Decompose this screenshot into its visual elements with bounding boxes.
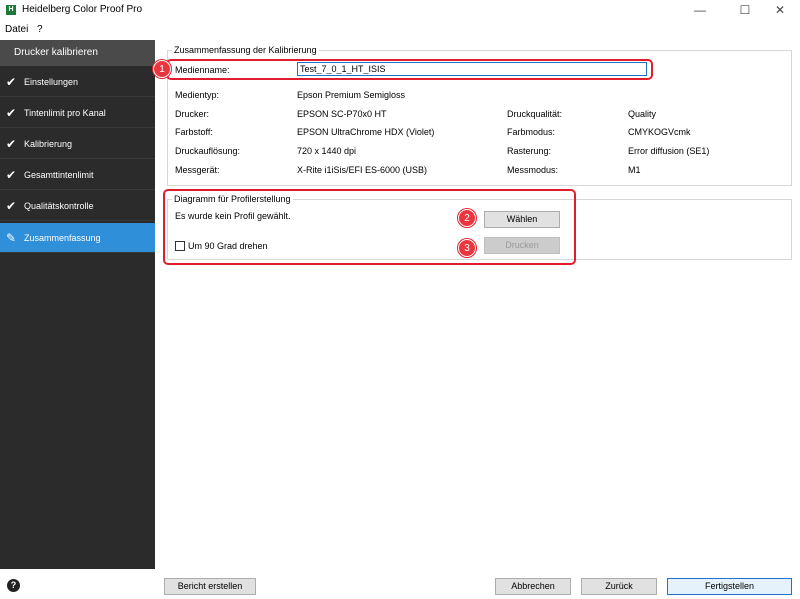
menu-help[interactable]: ? bbox=[37, 24, 43, 35]
sidebar-item-label: Einstellungen bbox=[24, 77, 79, 87]
messmodus-value: M1 bbox=[628, 165, 641, 175]
check-icon: ✔ bbox=[6, 199, 17, 213]
check-icon: ✔ bbox=[6, 75, 17, 89]
sidebar-item-tintenlimit[interactable]: ✔ Tintenlimit pro Kanal bbox=[0, 98, 155, 128]
abbrechen-button[interactable]: Abbrechen bbox=[495, 578, 571, 595]
annotation-box-diagram bbox=[163, 189, 576, 265]
sidebar-item-kalibrierung[interactable]: ✔ Kalibrierung bbox=[0, 129, 155, 159]
messmodus-label: Messmodus: bbox=[507, 165, 559, 175]
summary-legend: Zusammenfassung der Kalibrierung bbox=[172, 45, 319, 55]
sidebar-item-label: Tintenlimit pro Kanal bbox=[24, 108, 106, 118]
rasterung-label: Rasterung: bbox=[507, 146, 552, 156]
sidebar-item-gesamttintenlimit[interactable]: ✔ Gesamttintenlimit bbox=[0, 160, 155, 190]
druckaufloesung-value: 720 x 1440 dpi bbox=[297, 146, 357, 156]
druckqualitaet-value: Quality bbox=[628, 109, 657, 119]
bericht-erstellen-button[interactable]: Bericht erstellen bbox=[164, 578, 256, 595]
rasterung-value: Error diffusion (SE1) bbox=[628, 146, 710, 156]
sidebar-item-qualitaetskontrolle[interactable]: ✔ Qualitätskontrolle bbox=[0, 191, 155, 221]
sidebar-item-label: Qualitätskontrolle bbox=[24, 201, 94, 211]
menu-bar bbox=[0, 20, 800, 38]
annotation-box-medienname bbox=[166, 59, 653, 80]
pencil-icon: ✎ bbox=[6, 231, 17, 245]
sidebar-item-label: Kalibrierung bbox=[24, 139, 73, 149]
farbstoff-label: Farbstoff: bbox=[175, 127, 213, 137]
druckaufloesung-label: Druckauflösung: bbox=[175, 146, 241, 156]
druckqualitaet-label: Druckqualität: bbox=[507, 109, 563, 119]
annotation-badge-1: 1 bbox=[153, 60, 171, 78]
drucker-label: Drucker: bbox=[175, 109, 210, 119]
menu-datei[interactable]: Datei bbox=[5, 24, 28, 35]
maximize-button[interactable]: ☐ bbox=[725, 0, 765, 20]
drucker-value: EPSON SC-P70x0 HT bbox=[297, 109, 387, 119]
sidebar-item-einstellungen[interactable]: ✔ Einstellungen bbox=[0, 67, 155, 97]
check-icon: ✔ bbox=[6, 137, 17, 151]
farbmodus-value: CMYKOGVcmk bbox=[628, 127, 691, 137]
check-icon: ✔ bbox=[6, 106, 17, 120]
fertigstellen-button[interactable]: Fertigstellen bbox=[667, 578, 792, 595]
annotation-badge-3: 3 bbox=[458, 239, 476, 257]
farbmodus-label: Farbmodus: bbox=[507, 127, 556, 137]
zurueck-button[interactable]: Zurück bbox=[581, 578, 657, 595]
annotation-badge-2: 2 bbox=[458, 209, 476, 227]
messgeraet-value: X-Rite i1iSis/EFI ES-6000 (USB) bbox=[297, 165, 428, 175]
close-button[interactable]: ✕ bbox=[760, 0, 800, 20]
medientyp-label: Medientyp: bbox=[175, 90, 220, 100]
sidebar-item-label: Gesamttintenlimit bbox=[24, 170, 94, 180]
sidebar-item-zusammenfassung[interactable]: ✎ Zusammenfassung bbox=[0, 223, 155, 253]
medientyp-value: Epson Premium Semigloss bbox=[297, 90, 406, 100]
messgeraet-label: Messgerät: bbox=[175, 165, 220, 175]
help-icon[interactable]: ? bbox=[7, 579, 20, 592]
app-logo-icon: H bbox=[6, 5, 16, 15]
sidebar-header: Drucker kalibrieren bbox=[0, 40, 155, 66]
check-icon: ✔ bbox=[6, 168, 17, 182]
sidebar-item-label: Zusammenfassung bbox=[24, 233, 101, 243]
window-title: Heidelberg Color Proof Pro bbox=[22, 4, 143, 15]
farbstoff-value: EPSON UltraChrome HDX (Violet) bbox=[297, 127, 435, 137]
minimize-button[interactable]: — bbox=[680, 0, 720, 20]
